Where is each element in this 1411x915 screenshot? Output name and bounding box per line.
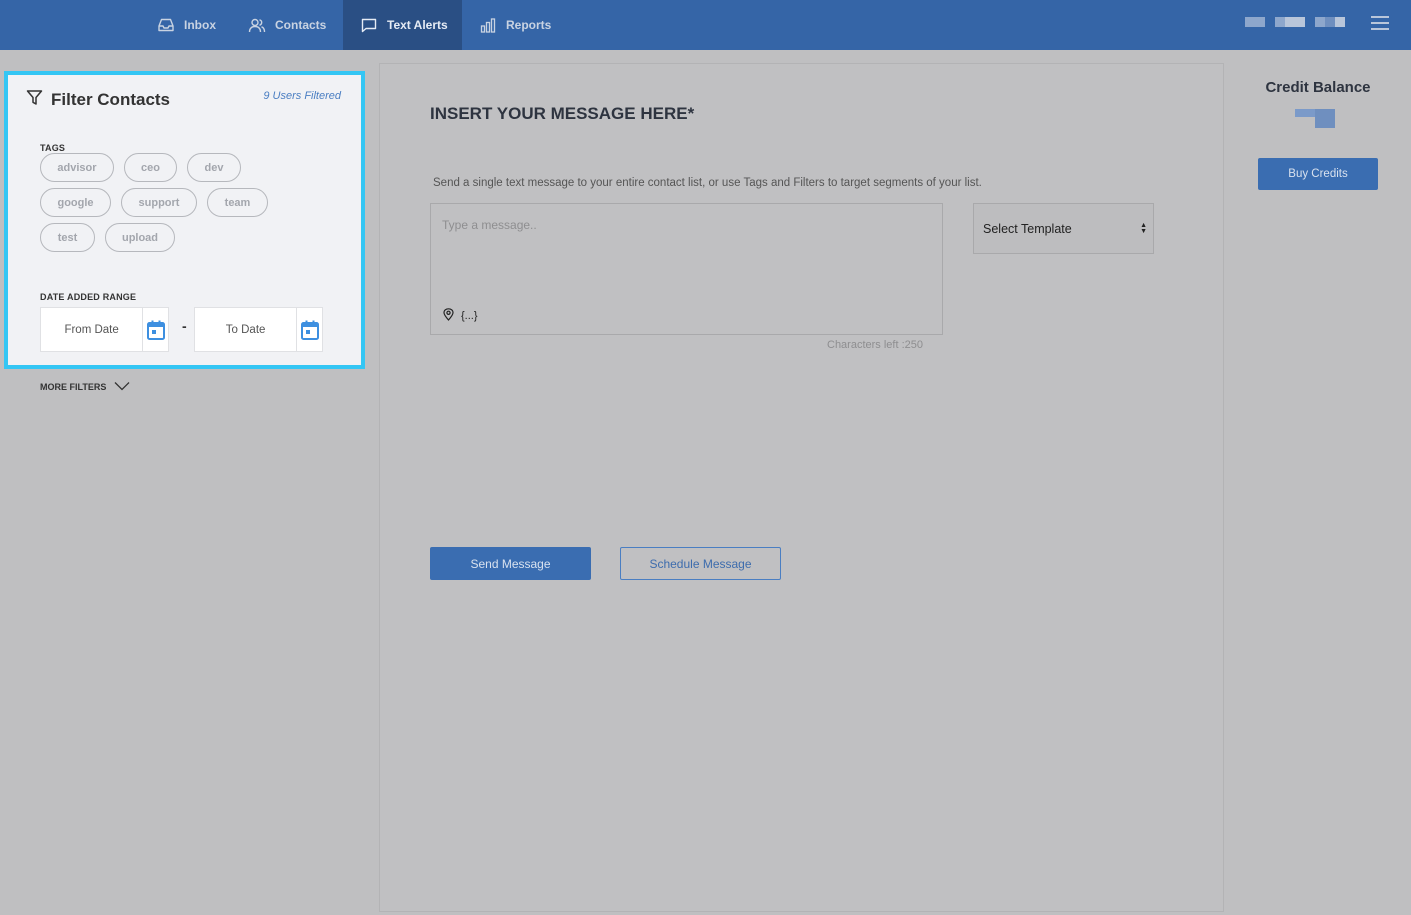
- characters-left: Characters left :250: [827, 339, 923, 351]
- nav-label: Inbox: [184, 18, 216, 32]
- from-date-text: From Date: [64, 323, 119, 336]
- bar-chart-icon: [479, 16, 497, 34]
- buy-credits-button[interactable]: Buy Credits: [1258, 158, 1378, 190]
- tag-advisor[interactable]: advisor: [40, 153, 114, 182]
- nav-item-inbox[interactable]: Inbox: [157, 0, 216, 50]
- date-range-label: DATE ADDED RANGE: [40, 292, 137, 302]
- nav-item-text-alerts[interactable]: Text Alerts: [343, 0, 462, 50]
- tag-ceo[interactable]: ceo: [124, 153, 177, 182]
- inbox-icon: [157, 16, 175, 34]
- tag-test[interactable]: test: [40, 223, 95, 252]
- more-filters-toggle[interactable]: MORE FILTERS: [40, 381, 130, 393]
- message-textarea[interactable]: Type a message.. {...}: [430, 203, 943, 335]
- send-message-button[interactable]: Send Message: [430, 547, 591, 580]
- insert-variable-button[interactable]: {...}: [461, 310, 478, 322]
- message-placeholder: Type a message..: [442, 218, 537, 232]
- chevron-down-icon: [114, 381, 130, 393]
- calendar-icon[interactable]: [142, 308, 168, 351]
- tag-google[interactable]: google: [40, 188, 111, 217]
- to-date-input[interactable]: To Date: [194, 307, 323, 352]
- filter-contacts-panel: Filter Contacts 9 Users Filtered TAGS ad…: [4, 71, 365, 369]
- from-date-input[interactable]: From Date: [40, 307, 169, 352]
- location-pin-icon[interactable]: [443, 308, 454, 324]
- to-date-text: To Date: [225, 323, 266, 336]
- template-select-value: Select Template: [983, 221, 1072, 236]
- top-navigation-bar: Inbox Contacts Text Alerts Reports: [0, 0, 1411, 50]
- menu-icon[interactable]: [1371, 16, 1389, 30]
- chat-icon: [360, 16, 378, 34]
- users-filtered-count: 9 Users Filtered: [263, 90, 341, 102]
- nav-item-contacts[interactable]: Contacts: [248, 0, 326, 50]
- filter-header: Filter Contacts: [26, 89, 170, 111]
- users-icon: [248, 16, 266, 34]
- select-arrows-icon: ▲ ▼: [1140, 222, 1147, 235]
- tag-team[interactable]: team: [207, 188, 268, 217]
- tag-dev[interactable]: dev: [187, 153, 241, 182]
- tags-label: TAGS: [40, 143, 66, 153]
- credit-balance-value: [1295, 109, 1335, 129]
- date-separator: -: [182, 318, 187, 334]
- more-filters-label: MORE FILTERS: [40, 382, 107, 392]
- template-select[interactable]: Select Template ▲ ▼: [973, 203, 1154, 254]
- nav-label: Contacts: [275, 18, 327, 32]
- message-tools: {...}: [443, 308, 478, 324]
- nav-label: Reports: [506, 18, 552, 32]
- tag-upload[interactable]: upload: [105, 223, 175, 252]
- schedule-message-button[interactable]: Schedule Message: [620, 547, 781, 580]
- nav-item-reports[interactable]: Reports: [479, 0, 551, 50]
- tag-support[interactable]: support: [121, 188, 197, 217]
- composer-description: Send a single text message to your entir…: [433, 177, 982, 189]
- message-composer-panel: INSERT YOUR MESSAGE HERE* Send a single …: [379, 63, 1224, 912]
- calendar-icon[interactable]: [296, 308, 322, 351]
- nav-label: Text Alerts: [387, 18, 448, 32]
- user-profile[interactable]: [1245, 17, 1345, 27]
- credit-balance-title: Credit Balance: [1265, 79, 1371, 96]
- filter-icon: [26, 89, 43, 111]
- page-title: INSERT YOUR MESSAGE HERE*: [430, 104, 695, 123]
- filter-title: Filter Contacts: [51, 90, 171, 109]
